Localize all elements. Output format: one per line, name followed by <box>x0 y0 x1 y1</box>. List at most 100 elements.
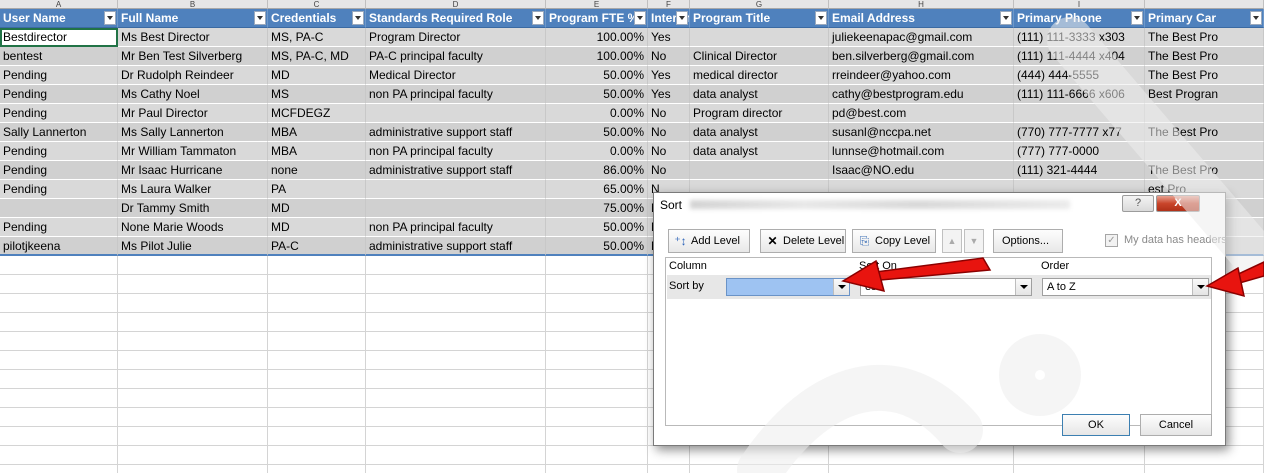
empty-cell[interactable] <box>268 389 366 408</box>
column-letter[interactable]: C <box>268 0 366 9</box>
table-cell[interactable]: (111) 111-4444 x404 <box>1014 47 1145 66</box>
table-cell[interactable]: 0.00% <box>546 104 648 123</box>
table-cell[interactable]: administrative support staff <box>366 161 546 180</box>
empty-cell[interactable] <box>546 313 648 332</box>
column-letter[interactable]: E <box>546 0 648 9</box>
table-cell[interactable]: (111) 111-3333 x303 <box>1014 28 1145 47</box>
empty-cell[interactable] <box>118 275 268 294</box>
table-cell[interactable]: 50.00% <box>546 237 648 256</box>
empty-cell[interactable] <box>268 408 366 427</box>
table-cell[interactable]: medical director <box>690 66 829 85</box>
table-cell[interactable]: non PA principal faculty <box>366 218 546 237</box>
empty-cell[interactable] <box>118 446 268 465</box>
column-letter[interactable]: I <box>1014 0 1145 9</box>
table-cell[interactable]: Dr Tammy Smith <box>118 199 268 218</box>
empty-cell[interactable] <box>268 465 366 473</box>
table-cell[interactable]: Mr Paul Director <box>118 104 268 123</box>
table-cell[interactable]: rreindeer@yahoo.com <box>829 66 1014 85</box>
empty-cell[interactable] <box>366 408 546 427</box>
sort-on-select[interactable]: es <box>860 278 1032 296</box>
order-select[interactable]: A to Z <box>1042 278 1209 296</box>
table-cell[interactable]: PA-C <box>268 237 366 256</box>
empty-cell[interactable] <box>546 465 648 473</box>
column-letter[interactable]: H <box>829 0 1014 9</box>
table-cell[interactable]: ben.silverberg@gmail.com <box>829 47 1014 66</box>
empty-cell[interactable] <box>829 446 1014 465</box>
move-up-button[interactable]: ▲ <box>942 229 962 253</box>
empty-cell[interactable] <box>546 256 648 275</box>
table-cell[interactable] <box>366 199 546 218</box>
empty-cell[interactable] <box>546 275 648 294</box>
table-cell[interactable]: Mr Ben Test Silverberg <box>118 47 268 66</box>
empty-cell[interactable] <box>268 332 366 351</box>
table-cell[interactable]: none <box>268 161 366 180</box>
header-primary-car[interactable]: Primary Car <box>1145 9 1264 28</box>
filter-dropdown-icon[interactable] <box>1131 11 1143 25</box>
table-cell[interactable]: MS <box>268 85 366 104</box>
table-cell[interactable]: data analyst <box>690 123 829 142</box>
empty-cell[interactable] <box>268 275 366 294</box>
add-level-button[interactable]: ⁺↕ Add Level <box>668 229 750 253</box>
column-letter[interactable]: D <box>366 0 546 9</box>
table-cell[interactable]: data analyst <box>690 142 829 161</box>
table-cell[interactable]: 65.00% <box>546 180 648 199</box>
table-cell[interactable] <box>1145 104 1264 123</box>
table-cell[interactable]: (444) 444-5555 <box>1014 66 1145 85</box>
empty-cell[interactable] <box>268 313 366 332</box>
table-cell[interactable]: lunnse@hotmail.com <box>829 142 1014 161</box>
cancel-button[interactable]: Cancel <box>1140 414 1212 436</box>
table-cell[interactable] <box>1014 104 1145 123</box>
empty-cell[interactable] <box>0 256 118 275</box>
dialog-title-bar[interactable]: Sort ? X <box>654 193 1225 217</box>
empty-cell[interactable] <box>690 465 829 473</box>
empty-cell[interactable] <box>0 370 118 389</box>
table-cell[interactable]: 50.00% <box>546 85 648 104</box>
table-cell[interactable]: administrative support staff <box>366 237 546 256</box>
column-letter[interactable]: F <box>648 0 690 9</box>
table-cell[interactable]: Pending <box>0 104 118 123</box>
empty-cell[interactable] <box>0 313 118 332</box>
header-email-address[interactable]: Email Address <box>829 9 1014 28</box>
table-cell[interactable] <box>366 180 546 199</box>
move-down-button[interactable]: ▼ <box>964 229 984 253</box>
table-cell[interactable]: 75.00% <box>546 199 648 218</box>
table-cell[interactable]: susanl@nccpa.net <box>829 123 1014 142</box>
filter-dropdown-icon[interactable] <box>815 11 827 25</box>
table-cell[interactable]: MD <box>268 199 366 218</box>
table-cell[interactable]: MS, PA-C, MD <box>268 47 366 66</box>
table-cell[interactable]: Yes <box>648 85 690 104</box>
table-cell[interactable]: 50.00% <box>546 123 648 142</box>
filter-dropdown-icon[interactable] <box>634 11 646 25</box>
empty-cell[interactable] <box>268 446 366 465</box>
empty-cell[interactable] <box>366 313 546 332</box>
empty-cell[interactable] <box>829 465 1014 473</box>
table-cell[interactable]: 50.00% <box>546 218 648 237</box>
empty-cell[interactable] <box>546 446 648 465</box>
table-cell[interactable]: Clinical Director <box>690 47 829 66</box>
empty-cell[interactable] <box>268 427 366 446</box>
table-cell[interactable]: (111) 111-6666 x606 <box>1014 85 1145 104</box>
sort-level-row[interactable]: Sort by es A to Z <box>667 275 1211 299</box>
chevron-down-icon[interactable] <box>1015 279 1031 295</box>
table-cell[interactable]: No <box>648 47 690 66</box>
table-cell[interactable]: Medical Director <box>366 66 546 85</box>
column-letter[interactable]: B <box>118 0 268 9</box>
empty-cell[interactable] <box>268 370 366 389</box>
empty-cell[interactable] <box>366 370 546 389</box>
header-full-name[interactable]: Full Name <box>118 9 268 28</box>
table-cell[interactable]: No <box>648 123 690 142</box>
table-cell[interactable]: The Best Pro <box>1145 66 1264 85</box>
header-interim[interactable]: Interim <box>648 9 690 28</box>
empty-cell[interactable] <box>546 370 648 389</box>
help-button[interactable]: ? <box>1122 195 1154 212</box>
empty-cell[interactable] <box>0 446 118 465</box>
table-cell[interactable]: 50.00% <box>546 66 648 85</box>
table-cell[interactable]: No <box>648 142 690 161</box>
table-cell[interactable]: (777) 777-0000 <box>1014 142 1145 161</box>
empty-cell[interactable] <box>0 389 118 408</box>
table-cell[interactable]: MBA <box>268 123 366 142</box>
empty-cell[interactable] <box>366 427 546 446</box>
filter-dropdown-icon[interactable] <box>676 11 688 25</box>
table-cell[interactable]: 100.00% <box>546 28 648 47</box>
table-cell[interactable]: The Best Pro <box>1145 28 1264 47</box>
